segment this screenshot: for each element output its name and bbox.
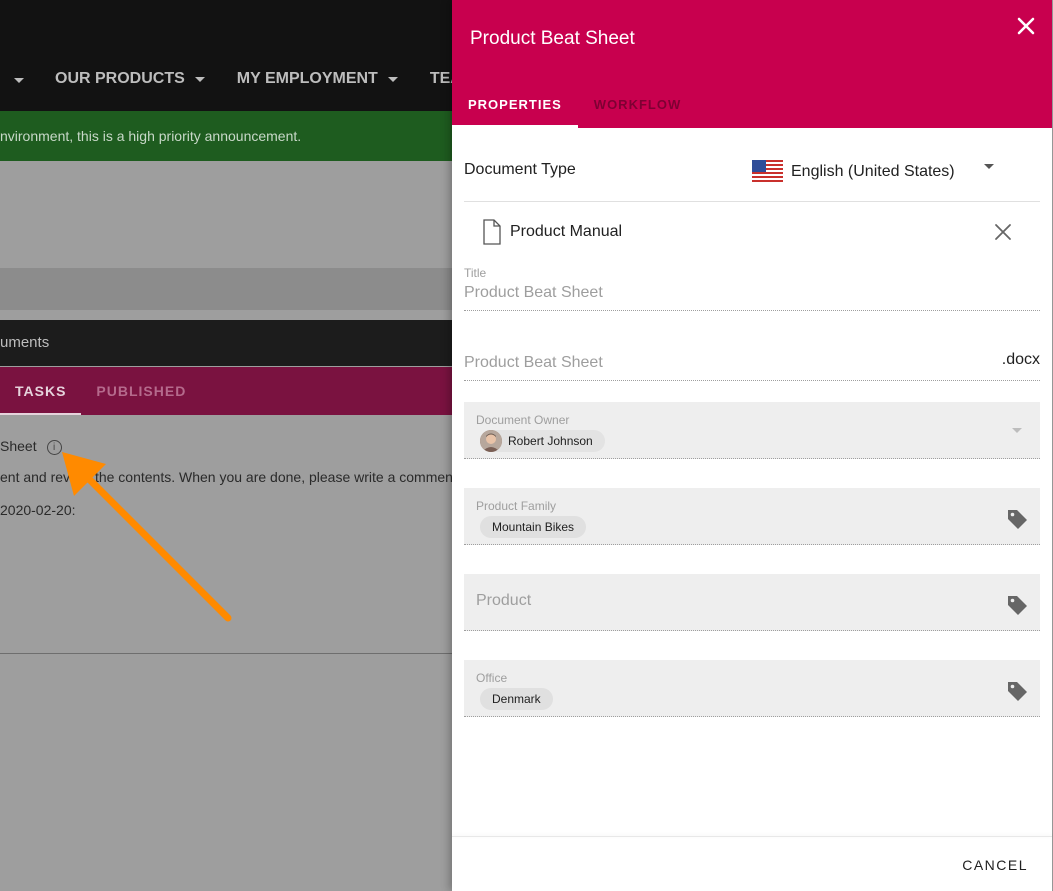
product-placeholder: Product <box>476 592 532 609</box>
owner-name: Robert Johnson <box>508 434 593 448</box>
avatar <box>480 430 502 452</box>
product-family-chip[interactable]: Mountain Bikes <box>480 516 587 538</box>
tab-published[interactable]: PUBLISHED <box>81 367 201 415</box>
tab-properties[interactable]: PROPERTIES <box>452 84 578 128</box>
title-input[interactable]: Product Beat Sheet <box>464 284 603 302</box>
chevron-down-icon <box>387 76 398 82</box>
office-value: Denmark <box>492 692 541 706</box>
main-nav: OUR PRODUCTS MY EMPLOYMENT TEAM <box>0 70 507 88</box>
office-label: Office <box>476 671 508 685</box>
document-properties-panel: Product Beat Sheet PROPERTIES WORKFLOW D… <box>452 0 1052 891</box>
top-navigation-bar: OUR PRODUCTS MY EMPLOYMENT TEAM <box>0 0 475 111</box>
file-extension: .docx <box>1001 351 1040 368</box>
nav-item-my-employment[interactable]: MY EMPLOYMENT <box>237 70 398 88</box>
tag-icon[interactable] <box>1006 594 1028 616</box>
language-value: English (United States) <box>791 163 955 180</box>
filename-input[interactable]: Product Beat Sheet <box>464 354 603 372</box>
product-family-field[interactable]: Product Family Mountain Bikes <box>464 488 1040 545</box>
panel-header: Product Beat Sheet PROPERTIES WORKFLOW <box>452 0 1052 128</box>
owner-chip[interactable]: Robert Johnson <box>480 430 605 452</box>
footer-divider <box>452 836 1052 837</box>
documents-header: uments <box>0 320 460 366</box>
panel-title: Product Beat Sheet <box>470 28 635 49</box>
task-title-row: Sheet i <box>0 438 62 455</box>
announcement-text: nvironment, this is a high priority anno… <box>0 128 302 144</box>
office-field[interactable]: Office Denmark <box>464 660 1040 717</box>
tab-workflow[interactable]: WORKFLOW <box>578 84 697 128</box>
documents-title: uments <box>0 334 50 351</box>
divider <box>0 653 460 654</box>
chevron-down-icon <box>194 76 205 82</box>
template-row: Product Manual <box>482 219 1012 249</box>
us-flag-icon <box>752 160 783 184</box>
product-family-label: Product Family <box>476 499 557 513</box>
task-title[interactable]: Sheet <box>0 438 37 454</box>
title-label: Title <box>464 266 487 280</box>
nav-item-our-products[interactable]: OUR PRODUCTS <box>55 70 205 88</box>
template-name: Product Manual <box>510 223 623 240</box>
document-owner-field[interactable]: Document Owner Robert Johnson <box>464 402 1040 459</box>
announcement-banner: nvironment, this is a high priority anno… <box>0 111 460 161</box>
close-icon[interactable] <box>1014 14 1038 38</box>
section-band <box>0 268 460 310</box>
document-owner-label: Document Owner <box>476 413 570 427</box>
chevron-down-icon[interactable] <box>1012 428 1022 433</box>
document-type-row: Document Type English (United States) <box>464 144 1040 202</box>
tag-icon[interactable] <box>1006 680 1028 702</box>
remove-template-icon[interactable] <box>994 223 1012 241</box>
chevron-down-icon[interactable] <box>14 78 24 83</box>
language-select[interactable]: English (United States) <box>752 160 955 184</box>
filename-field[interactable]: Product Beat Sheet .docx <box>464 340 1040 381</box>
tab-tasks[interactable]: TASKS <box>0 367 82 415</box>
chevron-down-icon[interactable] <box>984 164 994 169</box>
panel-tabs: PROPERTIES WORKFLOW <box>452 84 697 128</box>
documents-tabs: TASKS PUBLISHED <box>0 367 460 415</box>
nav-label: OUR PRODUCTS <box>55 70 185 87</box>
title-field[interactable]: Title Product Beat Sheet <box>464 262 1040 311</box>
document-type-label: Document Type <box>464 161 576 178</box>
office-chip[interactable]: Denmark <box>480 688 553 710</box>
product-field[interactable]: Product <box>464 574 1040 631</box>
nav-label: MY EMPLOYMENT <box>236 70 378 87</box>
file-icon <box>483 219 501 245</box>
orange-arrow-annotation <box>62 452 232 622</box>
cancel-button[interactable]: CANCEL <box>962 857 1028 873</box>
product-family-value: Mountain Bikes <box>492 520 575 534</box>
tag-icon[interactable] <box>1006 508 1028 530</box>
